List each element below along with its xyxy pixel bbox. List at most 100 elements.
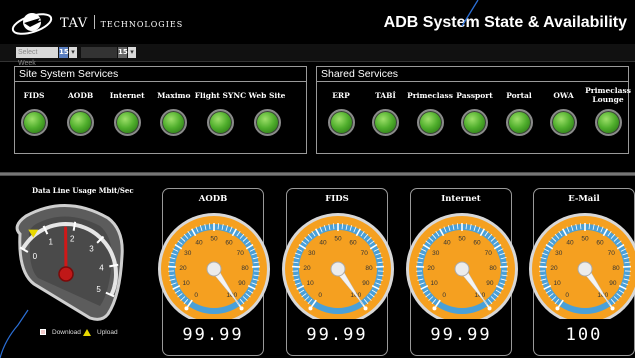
gauge-scale-label: 10 — [431, 280, 439, 287]
data-line-title: Data Line Usage Mbit/Sec — [32, 186, 134, 195]
gauge-scale-label: 80 — [241, 265, 249, 272]
status-indicator-icon — [327, 109, 355, 136]
date-filter-bar: Select Week 15 ▾ 15 ▾ — [0, 44, 635, 67]
gauge-tick-label: 1 — [49, 237, 54, 246]
gauge-scale-label: 50 — [210, 236, 218, 243]
gauge-end-marker — [487, 306, 492, 311]
gauge-tick-label: 0 — [33, 252, 38, 261]
gauge-scale-label: 70 — [485, 250, 493, 257]
status-indicator-icon — [372, 109, 399, 136]
gauge-scale-label: 50 — [458, 236, 466, 243]
status-indicator-icon — [461, 109, 488, 136]
gauge-end-marker — [184, 306, 189, 311]
gauge-scale-label: 60 — [225, 239, 233, 246]
status-indicator-icon — [253, 109, 281, 136]
gauge-scale-label: 20 — [427, 265, 435, 272]
gauge-scale-label: 0 — [442, 292, 446, 299]
status-indicator-icon — [160, 109, 188, 136]
gauge-end-marker — [308, 306, 313, 311]
gauge-scale-label: 90 — [486, 280, 494, 287]
gauge-title: FIDS — [325, 194, 349, 204]
gauge-scale-label: 50 — [334, 236, 342, 243]
gauge-hub — [330, 261, 346, 277]
site-services-panel: Site System Services FIDS AODB Internet Max… — [14, 66, 307, 154]
gauge-scale-label: 80 — [365, 265, 373, 272]
date-from-field[interactable]: Select Week — [16, 47, 58, 67]
gauge-tick-label: 4 — [99, 264, 104, 273]
gauge-scale-label: 80 — [489, 265, 497, 272]
gauge-tick-label: 3 — [89, 245, 94, 254]
gauge-card-fids: FIDS010203040506070809010099.99 — [282, 188, 394, 356]
status-indicator-icon — [416, 109, 444, 136]
gauge-scale-label: 10 — [307, 280, 315, 287]
status-indicator-icon — [550, 109, 577, 136]
gauge-scale-label: 20 — [303, 265, 311, 272]
gauge-scale-label: 70 — [361, 250, 369, 257]
status-indicator-icon — [594, 109, 622, 136]
gauge-end-marker — [432, 306, 437, 311]
gauge-tick-label: 2 — [70, 235, 75, 244]
download-legend: Download — [40, 329, 81, 336]
gauge-scale-label: 40 — [195, 239, 203, 246]
gauge-scale-label: 90 — [609, 280, 617, 287]
gauge-scale-label: 20 — [550, 265, 558, 272]
gauge-card-e-mail: E-Mail0102030405060708090100100 — [529, 188, 635, 356]
percent-gauge: 0102030405060708090100 — [406, 213, 518, 319]
upload-marker-icon — [83, 329, 91, 336]
percent-gauge: 0102030405060708090100 — [529, 213, 635, 319]
gauge-scale-label: 60 — [596, 239, 604, 246]
status-indicator-icon — [505, 109, 533, 136]
gauge-card-internet: Internet010203040506070809010099.99 — [406, 188, 518, 356]
chevron-down-icon[interactable]: ▾ — [128, 47, 136, 58]
gauge-end-marker — [555, 306, 560, 311]
gauge-readout: 99.99 — [182, 325, 244, 345]
gauge-scale-label: 10 — [183, 280, 191, 287]
gauge-scale-label: 0 — [194, 292, 198, 299]
gauge-scale-label: 40 — [443, 239, 451, 246]
gauge-scale-label: 90 — [238, 280, 246, 287]
gauge-readout: 99.99 — [306, 325, 368, 345]
service-web-site[interactable]: Web Site — [239, 84, 295, 136]
gauge-readout: 100 — [565, 325, 603, 345]
gauge-hub — [58, 266, 74, 282]
gauge-scale-label: 40 — [566, 239, 574, 246]
service-primeclass-lounge[interactable]: Primeclass Lounge — [580, 84, 635, 136]
section-divider — [0, 172, 635, 176]
calendar-icon[interactable]: 15 — [118, 47, 128, 58]
gauge-scale-label: 70 — [237, 250, 245, 257]
upload-label: Upload — [97, 329, 118, 337]
service-label: Primeclass Lounge — [585, 86, 631, 104]
date-to-field[interactable] — [81, 47, 117, 58]
gauge-title: AODB — [198, 194, 228, 204]
gauge-scale-label: 60 — [473, 239, 481, 246]
gauge-readout: 99.99 — [430, 325, 492, 345]
gauge-scale-label: 30 — [308, 250, 316, 257]
gauge-title: Internet — [441, 194, 481, 204]
gauge-hub — [206, 261, 222, 277]
status-indicator-icon — [67, 109, 95, 136]
service-label: Web Site — [248, 90, 286, 100]
gauge-scale-label: 0 — [318, 292, 322, 299]
gauge-scale-label: 30 — [555, 250, 563, 257]
gauge-scale-label: 30 — [432, 250, 440, 257]
status-indicator-icon — [20, 109, 48, 136]
gauge-scale-label: 40 — [319, 239, 327, 246]
gauge-scale-label: 20 — [179, 265, 187, 272]
status-indicator-icon — [113, 109, 141, 136]
gauge-scale-label: 70 — [608, 250, 616, 257]
gauge-tick-label: 5 — [96, 285, 101, 294]
shared-services-panel: Shared Services ERP TABİ Primeclass Passpor… — [316, 66, 631, 154]
gauge-end-marker — [610, 306, 615, 311]
gauge-end-marker — [363, 306, 368, 311]
site-services-title: Site System Services — [15, 67, 306, 82]
chevron-down-icon[interactable]: ▾ — [69, 47, 77, 58]
shared-services-title: Shared Services — [317, 67, 628, 82]
gauge-hub — [577, 261, 593, 277]
data-line-gauge: 0 1 2 3 4 5 — [15, 204, 124, 321]
gauge-scale-label: 0 — [565, 292, 569, 299]
download-label: Download — [52, 329, 81, 336]
gauge-hub — [454, 261, 470, 277]
calendar-icon[interactable]: 15 — [59, 47, 69, 58]
upload-legend: Upload — [83, 329, 118, 336]
gauge-title: E-Mail — [568, 194, 600, 204]
